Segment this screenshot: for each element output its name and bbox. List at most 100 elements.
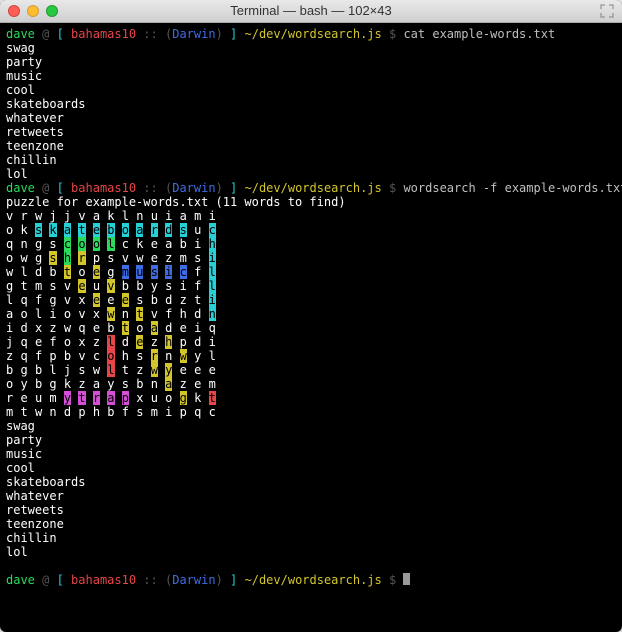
- text: whatever: [6, 489, 64, 503]
- grid-cell: k: [20, 223, 27, 237]
- grid-space: [57, 237, 64, 251]
- grid-cell: n: [49, 405, 56, 419]
- prompt-sep: ::: [136, 573, 165, 587]
- grid-space: [57, 377, 64, 391]
- grid-space: [86, 307, 93, 321]
- grid-space: [28, 251, 35, 265]
- prompt-bracket: ]: [223, 27, 237, 41]
- grid-space: [86, 237, 93, 251]
- grid-space: [115, 349, 122, 363]
- text: music: [6, 69, 42, 83]
- grid-space: [201, 335, 208, 349]
- grid-row: a o l i o v x w n t v f h d n: [6, 307, 616, 321]
- grid-space: [86, 223, 93, 237]
- close-icon[interactable]: [8, 5, 20, 17]
- grid-cell: s: [49, 237, 56, 251]
- grid-cell: t: [122, 321, 129, 335]
- grid-cell: u: [93, 279, 100, 293]
- text: swag: [6, 419, 35, 433]
- grid-cell: r: [20, 209, 27, 223]
- text: skateboards: [6, 475, 85, 489]
- grid-row: b g b l j s w l t z w y e e e: [6, 363, 616, 377]
- fullscreen-icon[interactable]: [600, 4, 614, 18]
- grid-space: [201, 237, 208, 251]
- grid-cell: p: [49, 349, 56, 363]
- grid-cell: b: [180, 237, 187, 251]
- grid-cell: w: [151, 363, 158, 377]
- grid-cell: z: [180, 377, 187, 391]
- word-line: chillin: [6, 153, 616, 167]
- grid-space: [172, 251, 179, 265]
- grid-space: [201, 391, 208, 405]
- grid-cell: o: [107, 349, 114, 363]
- grid-space: [143, 279, 150, 293]
- text: party: [6, 433, 42, 447]
- grid-row: o k s k a t e b o a r d s u c: [6, 223, 616, 237]
- grid-space: [172, 279, 179, 293]
- grid-space: [143, 335, 150, 349]
- grid-space: [115, 223, 122, 237]
- grid-space: [115, 363, 122, 377]
- grid-cell: m: [122, 265, 129, 279]
- grid-cell: h: [180, 307, 187, 321]
- grid-row: r e u m y t r a p x u o g k t: [6, 391, 616, 405]
- grid-cell: i: [209, 209, 216, 223]
- minimize-icon[interactable]: [27, 5, 39, 17]
- grid-cell: l: [107, 335, 114, 349]
- grid-space: [86, 251, 93, 265]
- grid-cell: t: [20, 279, 27, 293]
- grid-space: [86, 321, 93, 335]
- grid-cell: m: [49, 391, 56, 405]
- grid-cell: r: [151, 349, 158, 363]
- grid-space: [187, 293, 194, 307]
- grid-cell: e: [93, 265, 100, 279]
- grid-cell: p: [93, 251, 100, 265]
- zoom-icon[interactable]: [46, 5, 58, 17]
- grid-cell: i: [209, 251, 216, 265]
- word-line: lol: [6, 167, 616, 181]
- grid-space: [143, 391, 150, 405]
- grid-cell: f: [122, 405, 129, 419]
- grid-space: [28, 209, 35, 223]
- grid-cell: b: [107, 223, 114, 237]
- grid-space: [28, 307, 35, 321]
- grid-cell: c: [209, 223, 216, 237]
- prompt-sep: ::: [136, 27, 165, 41]
- grid-space: [115, 321, 122, 335]
- grid-cell: b: [107, 321, 114, 335]
- grid-cell: l: [20, 265, 27, 279]
- text: whatever: [6, 111, 64, 125]
- grid-cell: b: [151, 293, 158, 307]
- text: music: [6, 447, 42, 461]
- grid-space: [201, 265, 208, 279]
- prompt-at: @: [35, 27, 57, 41]
- grid-cell: n: [122, 307, 129, 321]
- word-line: retweets: [6, 125, 616, 139]
- grid-cell: q: [20, 293, 27, 307]
- text: swag: [6, 41, 35, 55]
- word-line: cool: [6, 83, 616, 97]
- grid-row: o w g s h r p s v w e z m s i: [6, 251, 616, 265]
- grid-cell: s: [78, 363, 85, 377]
- grid-cell: t: [78, 391, 85, 405]
- grid-cell: h: [209, 237, 216, 251]
- grid-cell: y: [107, 377, 114, 391]
- grid-space: [115, 209, 122, 223]
- terminal-body[interactable]: dave @ [ bahamas10 :: (Darwin) ] ~/dev/w…: [0, 23, 622, 591]
- grid-cell: s: [49, 279, 56, 293]
- grid-row: v r w j j v a k l n u i a m i: [6, 209, 616, 223]
- grid-space: [115, 405, 122, 419]
- grid-cell: r: [78, 251, 85, 265]
- prompt-line: dave @ [ bahamas10 :: (Darwin) ] ~/dev/w…: [6, 181, 616, 195]
- grid-space: [187, 279, 194, 293]
- grid-space: [57, 223, 64, 237]
- command-cat: cat example-words.txt: [403, 27, 555, 41]
- text: chillin: [6, 531, 57, 545]
- grid-cell: h: [122, 349, 129, 363]
- grid-cell: b: [49, 265, 56, 279]
- grid-cell: e: [93, 223, 100, 237]
- grid-cell: e: [180, 363, 187, 377]
- grid-space: [28, 293, 35, 307]
- grid-space: [143, 363, 150, 377]
- grid-cell: l: [209, 349, 216, 363]
